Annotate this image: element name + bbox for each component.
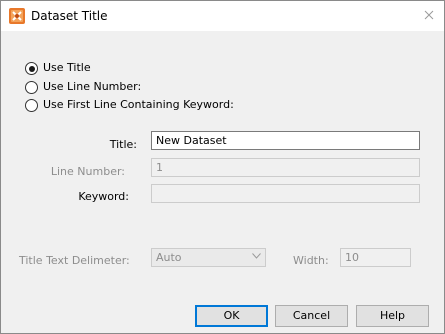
dataset-title-dialog: Dataset Title Use Title Use Line Number:… bbox=[0, 0, 445, 334]
keyword-label: Keyword: bbox=[78, 190, 129, 203]
window-title: Dataset Title bbox=[31, 9, 108, 23]
title-bar: Dataset Title bbox=[1, 1, 444, 31]
delimiter-label: Title Text Delimeter: bbox=[19, 254, 130, 267]
delimiter-select-value: Auto bbox=[156, 251, 182, 264]
radio-label-use-line-number: Use Line Number: bbox=[43, 80, 142, 93]
radio-use-title[interactable]: Use Title bbox=[25, 61, 145, 77]
radio-indicator[interactable] bbox=[25, 81, 38, 94]
title-input[interactable]: New Dataset bbox=[151, 131, 420, 150]
line-number-input[interactable]: 1 bbox=[151, 158, 420, 177]
radio-use-line-number[interactable]: Use Line Number: bbox=[25, 80, 165, 96]
keyword-input[interactable] bbox=[151, 184, 420, 203]
radio-label-use-title: Use Title bbox=[43, 61, 91, 74]
title-label: Title: bbox=[109, 138, 137, 151]
radio-use-first-line-keyword[interactable]: Use First Line Containing Keyword: bbox=[25, 98, 245, 114]
radio-label-use-first-line-keyword: Use First Line Containing Keyword: bbox=[43, 98, 234, 111]
line-number-label: Line Number: bbox=[50, 165, 125, 178]
width-input[interactable]: 10 bbox=[340, 248, 411, 267]
radio-indicator[interactable] bbox=[25, 99, 38, 112]
chevron-down-icon bbox=[252, 253, 261, 259]
delimiter-select[interactable]: Auto bbox=[151, 248, 266, 267]
width-label: Width: bbox=[293, 254, 329, 267]
cancel-button[interactable]: Cancel bbox=[275, 305, 348, 327]
close-icon bbox=[424, 10, 434, 20]
ok-button[interactable]: OK bbox=[195, 305, 268, 327]
app-icon bbox=[9, 8, 25, 24]
close-button[interactable] bbox=[419, 7, 439, 25]
radio-indicator-checked[interactable] bbox=[25, 62, 38, 75]
help-button[interactable]: Help bbox=[356, 305, 429, 327]
